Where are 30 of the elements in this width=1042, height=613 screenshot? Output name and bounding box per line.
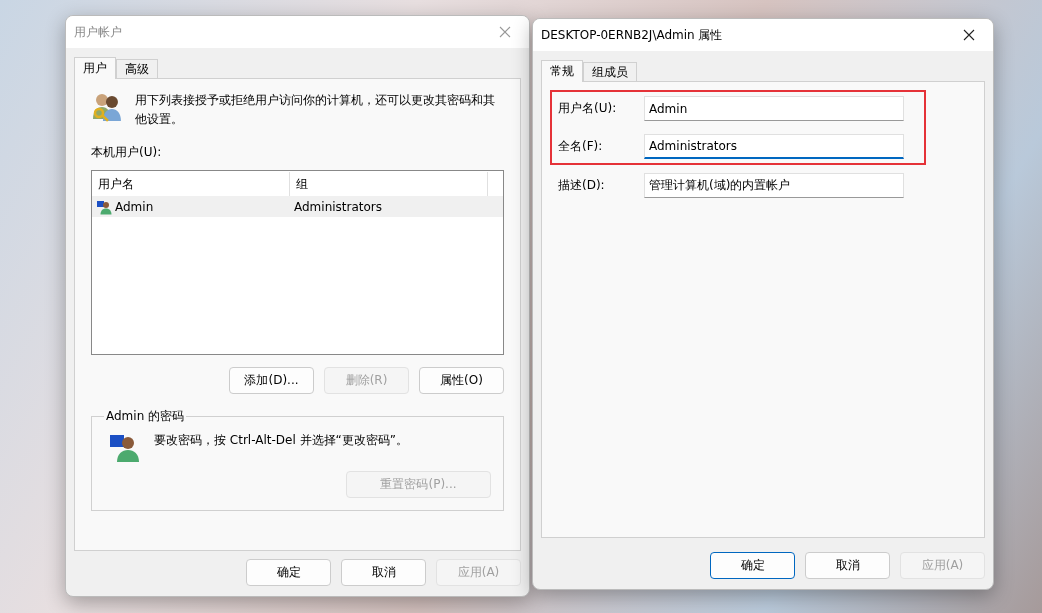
list-label: 本机用户(U): [91,144,163,161]
tab[interactable]: 组成员 [583,62,637,81]
cell-text: Administrators [294,199,383,214]
field-label: 全名(F): [558,138,604,155]
user-list[interactable]: 用户名 组 Admin Administrators [91,170,504,355]
user-computer-icon [96,198,112,215]
dialog-button[interactable]: 取消 [805,552,890,579]
password-hint: 要改密码，按 Ctrl-Alt-Del 并选择“更改密码”。 [154,432,408,449]
dialog-button[interactable]: 取消 [341,559,426,586]
description-text: 用下列表接授予或拒绝用户访问你的计算机，还可以更改其密码和其他设置。 [134,92,496,128]
text-field[interactable]: Admin [644,96,904,121]
text-field[interactable]: Administrators [644,134,904,159]
dialog-button[interactable]: 添加(D)... [229,367,314,394]
dialog-button[interactable]: 属性(O) [419,367,504,394]
field-label: 描述(D): [558,177,606,194]
window-title: DESKTOP-0ERNB2J\Admin 属性 [541,26,723,44]
tab[interactable]: 高级 [116,59,158,78]
users-key-icon [91,91,123,123]
dialog-button[interactable]: 确定 [710,552,795,579]
cell-text: Admin [115,199,154,214]
group-title: Admin 的密码 [105,408,186,425]
field-label: 用户名(U): [558,100,618,117]
tab[interactable]: 用户 [74,57,116,79]
window-title: 用户帐户 [74,23,122,41]
close-icon [963,29,975,41]
list-row[interactable]: Admin Administrators [92,196,503,217]
tab[interactable]: 常规 [541,60,583,82]
text-field[interactable]: 管理计算机(域)的内置帐户 [644,173,904,198]
dialog-button[interactable]: 确定 [246,559,331,586]
close-icon [499,26,511,38]
